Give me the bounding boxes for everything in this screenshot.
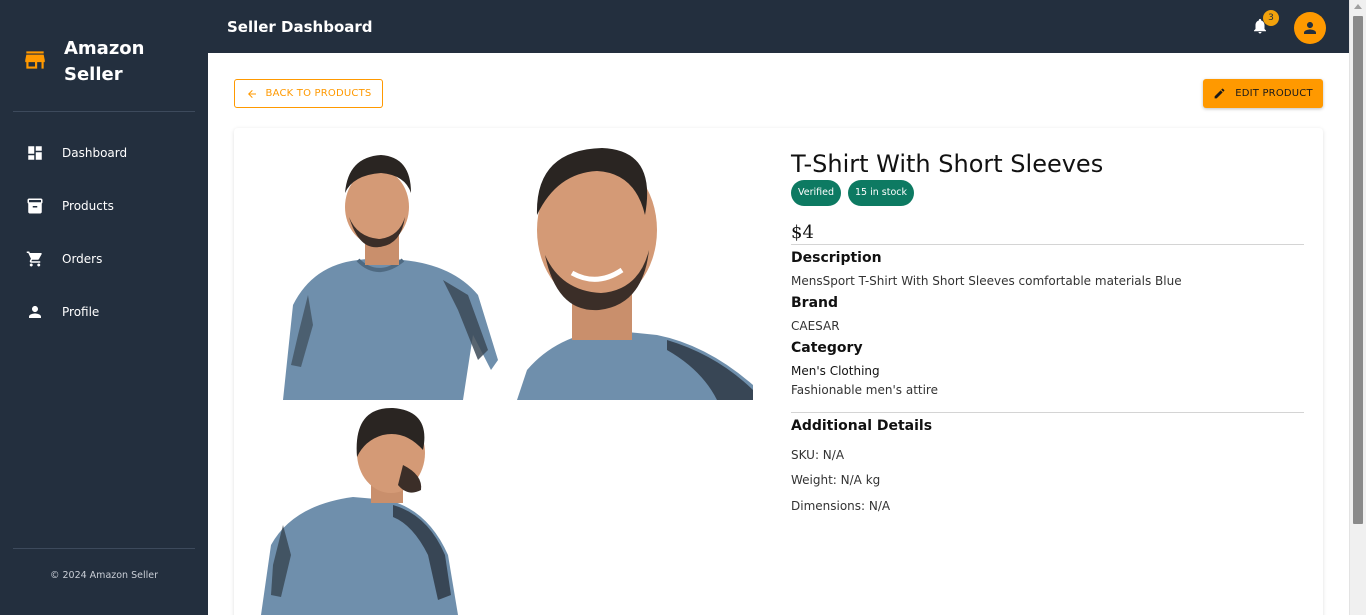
edit-product-button[interactable]: EDIT PRODUCT [1203, 79, 1323, 108]
brand-heading: Brand [791, 295, 839, 311]
brand[interactable]: Amazon Seller [22, 36, 174, 88]
verified-chip: Verified [791, 180, 841, 206]
archive-icon [27, 198, 43, 213]
top-bar: Seller Dashboard 3 [208, 0, 1349, 53]
category-description: Fashionable men's attire [791, 383, 938, 397]
brand-text: CAESAR [791, 319, 840, 333]
notification-badge: 3 [1263, 10, 1279, 26]
sidebar-item-orders[interactable]: Orders [0, 232, 208, 285]
stock-chip: 15 in stock [848, 180, 914, 206]
product-image-front[interactable] [253, 145, 515, 400]
product-title: T-Shirt With Short Sleeves [791, 150, 1104, 178]
sidebar-item-label: Orders [62, 251, 103, 266]
product-price: $4 [791, 222, 814, 243]
sidebar-item-label: Products [62, 198, 114, 213]
scrollbar[interactable] [1349, 0, 1366, 615]
dashboard-icon [28, 145, 42, 160]
sku-text: SKU: N/A [791, 448, 845, 462]
description-heading: Description [791, 250, 882, 266]
person-icon [29, 305, 41, 318]
sidebar: Amazon Seller Dashboard Products Orders … [0, 0, 208, 615]
additional-details-heading: Additional Details [791, 418, 933, 434]
page-title: Seller Dashboard [227, 18, 373, 36]
sidebar-divider [13, 548, 195, 549]
avatar[interactable] [1294, 12, 1326, 44]
cart-icon [26, 251, 42, 266]
arrow-back-icon [247, 89, 256, 98]
product-photo-3 [253, 405, 468, 615]
divider [791, 244, 1304, 245]
description-text: MensSport T-Shirt With Short Sleeves com… [791, 274, 1182, 288]
product-image-back[interactable] [253, 405, 468, 615]
sidebar-item-products[interactable]: Products [0, 179, 208, 232]
account-icon [1304, 22, 1316, 34]
scrollbar-thumb[interactable] [1353, 16, 1363, 524]
sidebar-item-label: Dashboard [62, 145, 128, 160]
sidebar-item-dashboard[interactable]: Dashboard [0, 126, 208, 179]
divider [791, 412, 1304, 413]
product-photo-1 [253, 145, 515, 400]
scroll-up-arrow-icon[interactable] [1354, 4, 1362, 9]
sidebar-divider [13, 111, 195, 112]
brand-name: Amazon Seller [64, 38, 145, 85]
store-icon [25, 51, 45, 69]
sidebar-item-profile[interactable]: Profile [0, 285, 208, 338]
edit-button-label: EDIT PRODUCT [1235, 88, 1313, 99]
pencil-icon [1214, 88, 1225, 99]
product-image-closeup[interactable] [517, 145, 753, 400]
category-heading: Category [791, 340, 863, 356]
back-button-label: BACK TO PRODUCTS [265, 88, 372, 99]
product-photo-2 [517, 145, 753, 400]
back-to-products-button[interactable]: BACK TO PRODUCTS [234, 79, 383, 108]
copyright: © 2024 Amazon Seller [49, 570, 159, 581]
sidebar-nav: Dashboard Products Orders Profile [0, 126, 208, 338]
category-name: Men's Clothing [791, 364, 880, 378]
dimensions-text: Dimensions: N/A [791, 499, 891, 513]
sidebar-item-label: Profile [62, 304, 100, 319]
weight-text: Weight: N/A kg [791, 473, 881, 487]
